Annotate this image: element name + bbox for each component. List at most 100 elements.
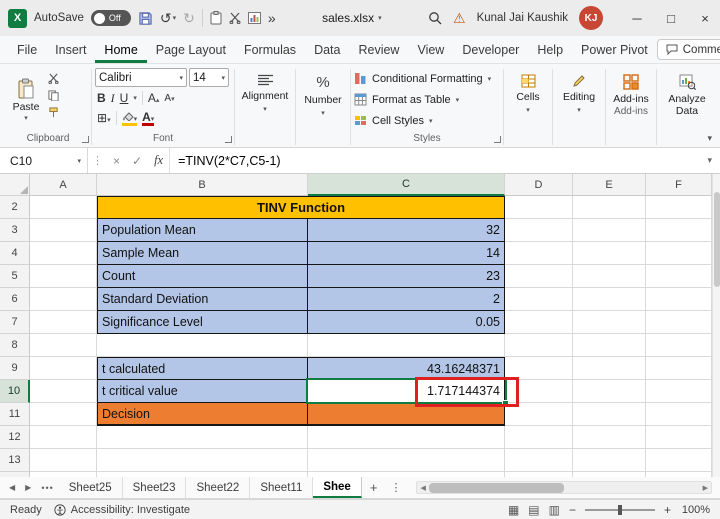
copy-icon[interactable] <box>48 90 59 101</box>
analyze-data-button[interactable]: Analyze Data <box>660 67 714 117</box>
menu-tab-home[interactable]: Home <box>95 36 146 63</box>
underline-button[interactable]: U <box>120 91 129 105</box>
cell-e6[interactable] <box>573 288 646 311</box>
menu-tab-insert[interactable]: Insert <box>46 36 95 63</box>
col-header-a[interactable]: A <box>30 174 97 196</box>
hscroll-right-icon[interactable]: ▶ <box>703 484 708 492</box>
cell-a6[interactable] <box>30 288 97 311</box>
user-avatar[interactable]: KJ <box>579 6 603 30</box>
sheet-tab-sheet11[interactable]: Sheet11 <box>250 477 313 498</box>
menu-tab-formulas[interactable]: Formulas <box>235 36 305 63</box>
formula-bar-expand-icon[interactable]: ▾ <box>699 148 720 173</box>
row-header-7[interactable]: 7 <box>0 311 30 334</box>
sheet-more-icon[interactable]: ⋮ <box>385 477 406 498</box>
alignment-button[interactable]: Alignment ▾ <box>238 67 292 113</box>
hscroll-left-icon[interactable]: ◀ <box>420 484 425 492</box>
col-header-d[interactable]: D <box>505 174 573 196</box>
cell-e14[interactable] <box>573 472 646 477</box>
row-header-2[interactable]: 2 <box>0 196 30 219</box>
sheet-nav-left-icon[interactable]: ◀ <box>4 477 20 498</box>
cell-f9[interactable] <box>646 357 712 380</box>
cut-icon[interactable] <box>229 12 241 24</box>
col-header-b[interactable]: B <box>97 174 308 196</box>
minimize-button[interactable]: ─ <box>628 11 646 26</box>
cell-d8[interactable] <box>505 334 573 357</box>
cell-c13[interactable] <box>308 449 505 472</box>
sheet-tab-sheet23[interactable]: Sheet23 <box>123 477 187 498</box>
cell-e9[interactable] <box>573 357 646 380</box>
cell-a14[interactable] <box>30 472 97 477</box>
number-button[interactable]: % Number ▾ <box>299 67 347 117</box>
cell-e11[interactable] <box>573 403 646 426</box>
horizontal-scrollbar-thumb[interactable] <box>429 483 564 493</box>
cell-b8[interactable] <box>97 334 308 357</box>
chart-icon[interactable] <box>248 12 261 24</box>
cell-c8[interactable] <box>308 334 505 357</box>
bold-button[interactable]: B <box>97 91 106 105</box>
add-ins-button[interactable]: Add-ins <box>609 67 653 105</box>
sheet-list-dots-icon[interactable]: ••• <box>36 477 58 498</box>
cell-e2[interactable] <box>573 196 646 219</box>
comments-button[interactable]: Comments <box>657 39 720 60</box>
cell-f2[interactable] <box>646 196 712 219</box>
font-color-button[interactable]: A▾ <box>142 111 154 126</box>
cell-a12[interactable] <box>30 426 97 449</box>
menu-tab-power-pivot[interactable]: Power Pivot <box>572 36 657 63</box>
vertical-scrollbar[interactable] <box>712 174 720 477</box>
cell-f8[interactable] <box>646 334 712 357</box>
enter-icon[interactable]: ✓ <box>126 148 148 173</box>
sheet-tab-active[interactable]: Shee <box>313 477 362 498</box>
col-header-f[interactable]: F <box>646 174 712 196</box>
menu-tab-page-layout[interactable]: Page Layout <box>147 36 235 63</box>
cell-c5[interactable]: 23 <box>308 265 505 288</box>
formula-input[interactable]: =TINV(2*C7,C5-1) <box>170 148 699 173</box>
cell-b4[interactable]: Sample Mean <box>97 242 308 265</box>
cell-d6[interactable] <box>505 288 573 311</box>
cell-b11[interactable]: Decision <box>97 403 308 426</box>
cell-a13[interactable] <box>30 449 97 472</box>
redo-icon[interactable]: ↻ <box>183 11 195 25</box>
sheet-tab-sheet22[interactable]: Sheet22 <box>186 477 250 498</box>
menu-tab-help[interactable]: Help <box>528 36 572 63</box>
cell-d2[interactable] <box>505 196 573 219</box>
name-box-resize-handle[interactable]: ⋮ <box>88 148 107 173</box>
cells-button[interactable]: Cells ▾ <box>507 67 549 114</box>
cell-a7[interactable] <box>30 311 97 334</box>
zoom-in-icon[interactable]: + <box>664 503 671 517</box>
row-header-12[interactable]: 12 <box>0 426 30 449</box>
cell-e3[interactable] <box>573 219 646 242</box>
borders-button[interactable]: ⊞▾ <box>97 111 111 125</box>
clipboard-dialog-launcher-icon[interactable] <box>82 136 89 143</box>
cell-e4[interactable] <box>573 242 646 265</box>
cell-e10[interactable] <box>573 380 646 403</box>
editing-button[interactable]: Editing ▾ <box>556 67 602 114</box>
horizontal-scrollbar[interactable]: ◀ ▶ <box>416 481 712 494</box>
cell-f4[interactable] <box>646 242 712 265</box>
menu-tab-review[interactable]: Review <box>349 36 408 63</box>
conditional-formatting-button[interactable]: Conditional Formatting ▾ <box>354 69 500 88</box>
zoom-out-icon[interactable]: − <box>569 503 576 517</box>
vertical-scrollbar-thumb[interactable] <box>714 192 720 287</box>
cell-b2-title[interactable]: TINV Function <box>97 196 505 219</box>
styles-dialog-launcher-icon[interactable] <box>494 136 501 143</box>
cell-f13[interactable] <box>646 449 712 472</box>
cell-c7[interactable]: 0.05 <box>308 311 505 334</box>
cell-f5[interactable] <box>646 265 712 288</box>
row-header-13[interactable]: 13 <box>0 449 30 472</box>
cell-e13[interactable] <box>573 449 646 472</box>
col-header-c[interactable]: C <box>308 174 505 196</box>
zoom-slider-thumb[interactable] <box>618 505 622 515</box>
cell-d3[interactable] <box>505 219 573 242</box>
cell-c4[interactable]: 14 <box>308 242 505 265</box>
autosave-toggle[interactable]: Off <box>91 10 131 26</box>
menu-tab-view[interactable]: View <box>408 36 453 63</box>
cell-e5[interactable] <box>573 265 646 288</box>
decrease-font-size-button[interactable]: A▾ <box>164 93 174 104</box>
cell-e12[interactable] <box>573 426 646 449</box>
cell-c14[interactable] <box>308 472 505 477</box>
row-header-5[interactable]: 5 <box>0 265 30 288</box>
name-box[interactable]: C10 ▾ <box>0 148 88 173</box>
cell-d5[interactable] <box>505 265 573 288</box>
increase-font-size-button[interactable]: A▴ <box>148 91 160 105</box>
cell-e8[interactable] <box>573 334 646 357</box>
